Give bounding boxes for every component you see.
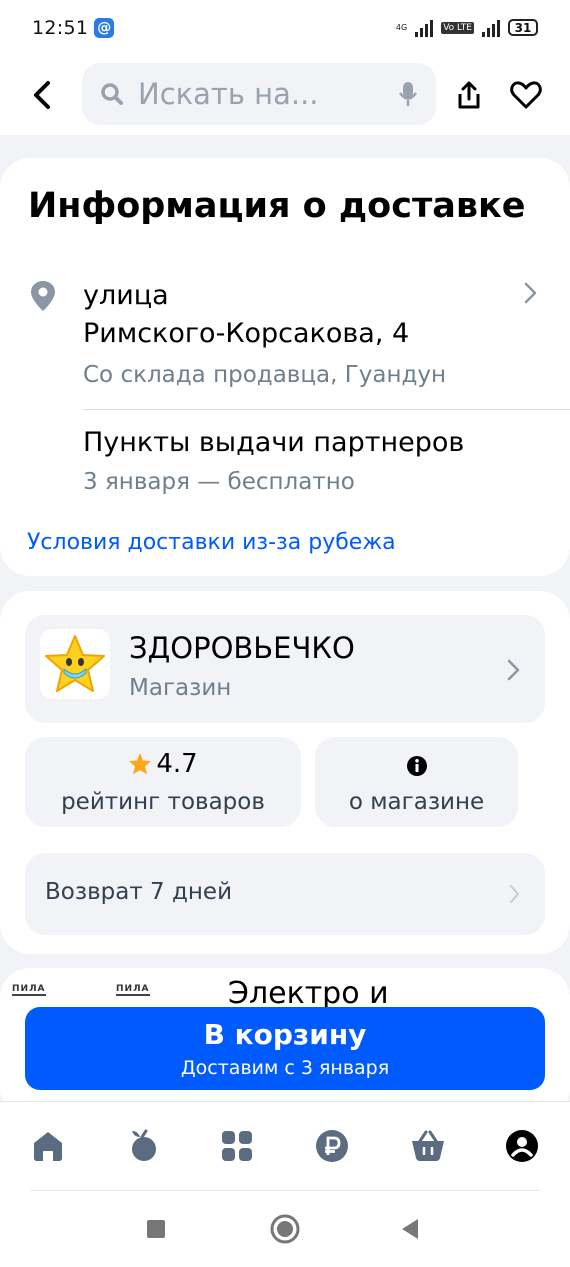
about-store-tile[interactable]: о магазине — [315, 737, 518, 827]
bottom-navigation — [0, 1101, 570, 1191]
back-button[interactable] — [22, 73, 62, 117]
related-section-title: Электро и — [228, 976, 389, 1011]
add-to-cart-button[interactable]: В корзину Доставим с 3 января — [25, 1007, 545, 1090]
product-thumbnail-text: ПИЛА — [116, 984, 150, 996]
mail-notification-icon: @ — [94, 17, 115, 38]
share-button[interactable] — [450, 75, 488, 115]
delivery-date-label: Доставим с 3 января — [180, 1057, 390, 1079]
system-navigation-bar — [0, 1191, 570, 1267]
address-line-2: Римского-Корсакова, 4 — [83, 318, 410, 349]
store-type: Магазин — [129, 675, 232, 701]
store-row[interactable]: ЗДОРОВЬЕЧКО Магазин — [25, 615, 545, 723]
fresh-icon — [132, 1129, 156, 1161]
chevron-left-icon — [34, 81, 50, 109]
cart-icon — [412, 1130, 444, 1161]
pickup-points-date: 3 января — бесплатно — [83, 469, 355, 495]
search-placeholder: Искать на... — [138, 77, 319, 111]
volte-label: Vo LTE — [441, 21, 474, 34]
nav-profile[interactable] — [502, 1126, 542, 1166]
pickup-points-title: Пункты выдачи партнеров — [83, 427, 465, 458]
nav-cart[interactable] — [408, 1126, 448, 1166]
return-policy-row[interactable]: Возврат 7 дней — [25, 853, 545, 935]
square-icon — [147, 1220, 165, 1238]
store-card: ЗДОРОВЬЕЧКО Магазин 4.7 рейтинг товаров … — [0, 591, 570, 954]
triangle-back-icon — [402, 1219, 418, 1239]
delivery-terms-link[interactable]: Условия доставки из-за рубежа — [27, 530, 396, 555]
nav-catalog[interactable] — [217, 1126, 257, 1166]
return-policy-label: Возврат 7 дней — [45, 879, 233, 905]
status-time: 12:51 — [32, 16, 89, 39]
back-system-button[interactable] — [394, 1213, 426, 1245]
pickup-points-row[interactable]: Пункты выдачи партнеров 3 января — беспл… — [0, 423, 570, 503]
status-indicators: 4G Vo LTE 31 — [396, 19, 538, 37]
location-pin-icon — [31, 281, 55, 311]
divider — [83, 409, 570, 410]
nav-fresh[interactable] — [123, 1126, 163, 1166]
favorite-button[interactable] — [506, 75, 546, 115]
top-app-bar: Искать на... — [0, 55, 570, 135]
shipping-origin: Со склада продавца, Гуандун — [83, 362, 447, 388]
info-icon — [407, 756, 427, 776]
address-line-1: улица — [83, 280, 169, 311]
profile-icon — [506, 1130, 538, 1162]
rating-value-row: 4.7 — [25, 749, 301, 779]
add-to-cart-label: В корзину — [203, 1018, 367, 1051]
search-input[interactable]: Искать на... — [82, 63, 436, 125]
rating-tile[interactable]: 4.7 рейтинг товаров — [25, 737, 301, 827]
product-thumbnail-text: ПИЛА — [12, 984, 46, 996]
status-bar: 12:51 @ 4G Vo LTE 31 — [0, 0, 570, 55]
nav-home[interactable] — [28, 1126, 68, 1166]
catalog-icon — [222, 1131, 252, 1161]
ruble-icon — [316, 1130, 348, 1162]
home-icon — [34, 1132, 62, 1161]
store-logo — [40, 629, 110, 699]
store-name: ЗДОРОВЬЕЧКО — [129, 631, 355, 665]
star-icon — [129, 753, 152, 775]
about-store-label: о магазине — [348, 789, 485, 815]
delivery-title: Информация о доставке — [28, 186, 526, 226]
recent-apps-button[interactable] — [140, 1213, 172, 1245]
signal-icon — [415, 19, 434, 37]
chevron-right-icon — [524, 282, 537, 304]
nav-finance[interactable] — [312, 1126, 352, 1166]
microphone-icon[interactable] — [398, 80, 418, 108]
share-icon — [458, 81, 480, 109]
signal-icon-2 — [482, 19, 500, 37]
search-icon — [101, 83, 123, 105]
heart-icon — [510, 81, 542, 109]
delivery-info-card: Информация о доставке улица Римского-Кор… — [0, 158, 570, 576]
battery-level: 31 — [514, 20, 532, 35]
rating-value: 4.7 — [156, 749, 198, 779]
delivery-address-row[interactable]: улица Римского-Корсакова, 4 Со склада пр… — [0, 278, 570, 398]
star-mascot-icon — [45, 635, 105, 692]
chevron-right-icon — [510, 885, 519, 903]
circle-icon — [270, 1214, 300, 1244]
home-system-button[interactable] — [269, 1213, 301, 1245]
battery-icon: 31 — [508, 19, 538, 36]
rating-label: рейтинг товаров — [61, 789, 265, 815]
network-type-label: 4G — [395, 22, 408, 32]
chevron-right-icon — [507, 659, 520, 681]
